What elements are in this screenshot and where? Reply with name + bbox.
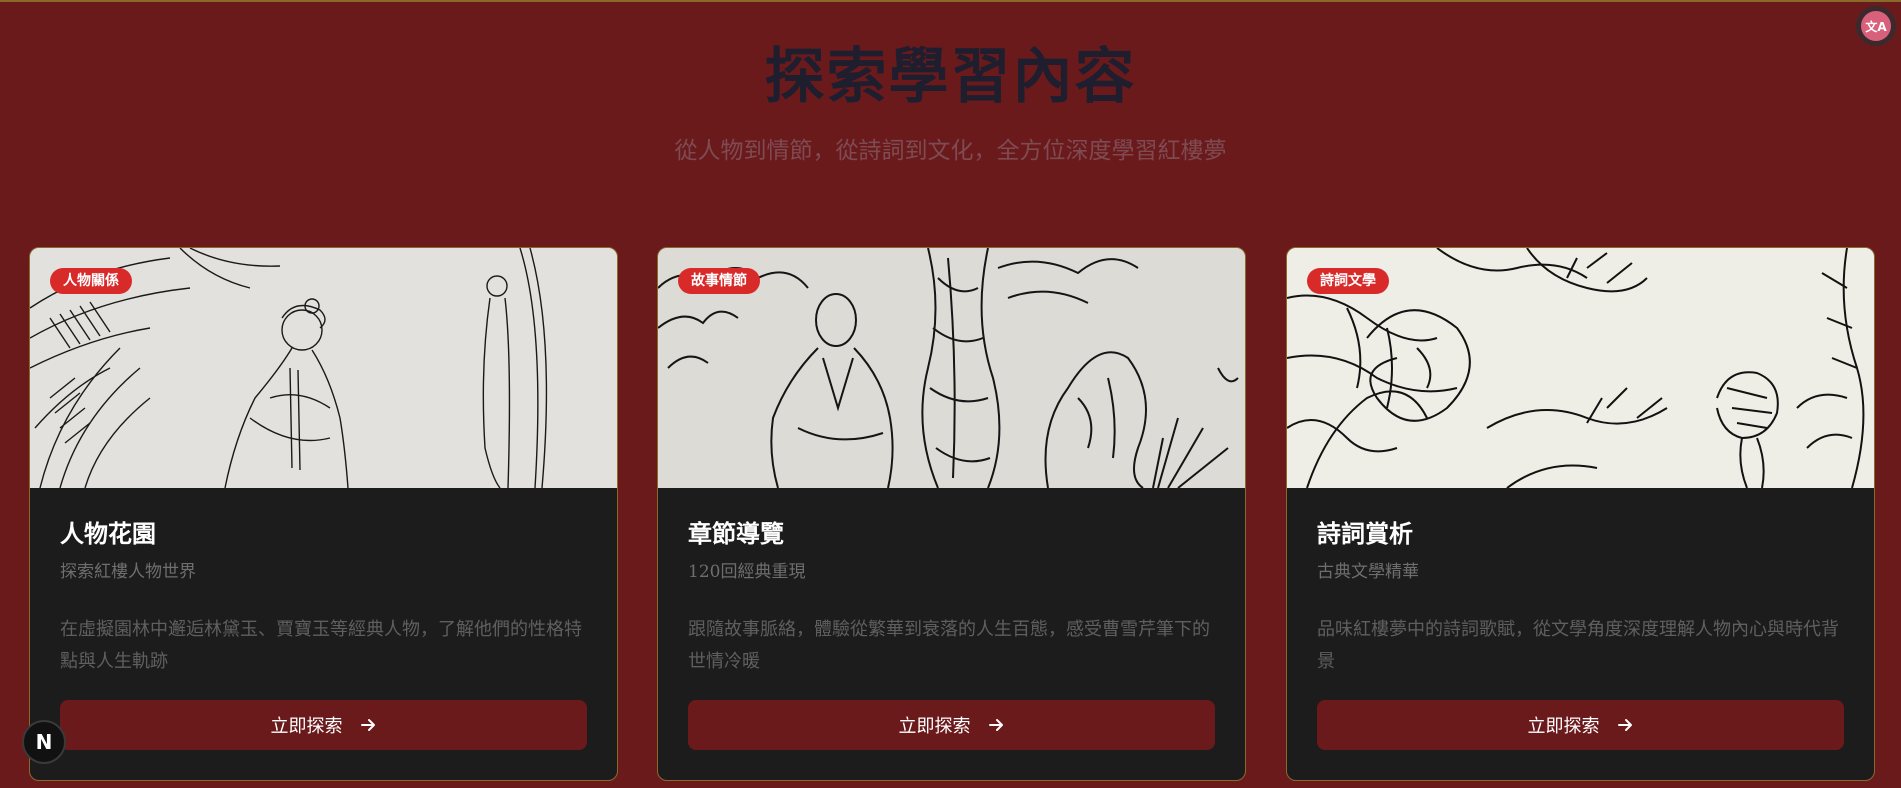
arrow-right-icon xyxy=(1617,719,1632,731)
nextjs-dev-indicator[interactable]: N xyxy=(22,720,66,764)
card-title: 詩詞賞析 xyxy=(1317,520,1413,548)
card-title: 章節導覽 xyxy=(688,520,784,548)
explore-button[interactable]: 立即探索 xyxy=(688,700,1215,750)
category-badge: 人物關係 xyxy=(50,268,132,294)
card-description: 在虛擬園林中邂逅林黛玉、賈寶玉等經典人物，了解他們的性格特點與人生軌跡 xyxy=(60,619,582,672)
card-image-scholar: 故事情節 xyxy=(658,248,1245,488)
category-badge: 詩詞文學 xyxy=(1307,268,1389,294)
card-subtitle: 探索紅樓人物世界 xyxy=(60,562,196,582)
card-description: 跟隨故事脈絡，體驗從繁華到衰落的人生百態，感受曹雪芹筆下的世情冷暖 xyxy=(688,619,1210,672)
nextjs-logo-icon: N xyxy=(35,730,53,754)
section-header: 探索學習內容 從人物到情節，從詩詞到文化，全方位深度學習紅樓夢 xyxy=(0,36,1901,166)
top-border-line xyxy=(0,0,1901,2)
card-title: 人物花園 xyxy=(60,520,156,548)
page-subtitle: 從人物到情節，從詩詞到文化，全方位深度學習紅樓夢 xyxy=(674,138,1227,164)
explore-button-label: 立即探索 xyxy=(898,716,971,737)
category-badge: 故事情節 xyxy=(678,268,760,294)
card-character-garden[interactable]: 人物關係 人物花園 探索紅樓人物世界 在虛擬園林中邂逅林黛玉、賈寶玉等經典人物，… xyxy=(29,247,618,781)
card-subtitle: 120回經典重現 xyxy=(688,562,806,582)
explore-button[interactable]: 立即探索 xyxy=(1317,700,1844,750)
explore-button-label: 立即探索 xyxy=(1527,716,1600,737)
explore-button-label: 立即探索 xyxy=(270,716,343,737)
arrow-right-icon xyxy=(988,719,1003,731)
page-title: 探索學習內容 xyxy=(764,42,1137,112)
card-poetry-appreciation[interactable]: 詩詞文學 詩詞賞析 古典文學精華 品味紅樓夢中的詩詞歌賦，從文學角度深度理解人物… xyxy=(1286,247,1875,781)
translate-icon: 文A xyxy=(1861,11,1891,41)
arrow-right-icon xyxy=(360,719,375,731)
explore-button[interactable]: 立即探索 xyxy=(60,700,587,750)
card-image-branches: 詩詞文學 xyxy=(1287,248,1874,488)
card-description: 品味紅樓夢中的詩詞歌賦，從文學角度深度理解人物內心與時代背景 xyxy=(1317,619,1839,672)
translate-button[interactable]: 文A xyxy=(1856,6,1896,46)
card-subtitle: 古典文學精華 xyxy=(1317,562,1419,582)
card-chapter-guide[interactable]: 故事情節 章節導覽 120回經典重現 跟隨故事脈絡，體驗從繁華到衰落的人生百態，… xyxy=(657,247,1246,781)
card-grid: 人物關係 人物花園 探索紅樓人物世界 在虛擬園林中邂逅林黛玉、賈寶玉等經典人物，… xyxy=(29,247,1876,781)
card-image-lady: 人物關係 xyxy=(30,248,617,488)
